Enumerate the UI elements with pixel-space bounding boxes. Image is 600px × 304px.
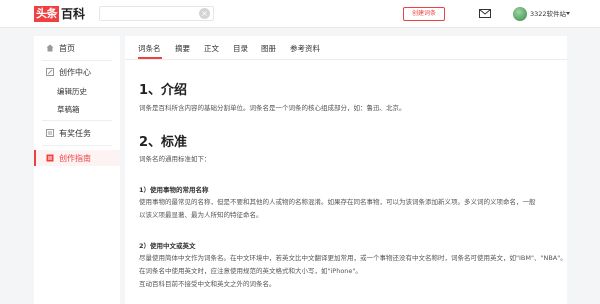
- top-bar: 头条 百科 × 创建词条 3322软件站: [0, 0, 600, 28]
- create-entry-button[interactable]: 创建词条: [403, 7, 445, 21]
- logo-text: 百科: [61, 7, 86, 21]
- sidebar-item-rewarded-tasks[interactable]: 有奖任务: [34, 125, 120, 141]
- search-input[interactable]: ×: [99, 6, 214, 21]
- sidebar-item-label: 创作中心: [59, 67, 91, 77]
- tab-bar: 词条名 摘要 正文 目录 图册 参考资料: [125, 36, 567, 60]
- task-icon: [46, 129, 54, 137]
- section-text-standard-intro: 词条名的通用标准如下：: [139, 155, 211, 163]
- paragraph-line: 在词条名中使用英文时，应注意使用规范的英文格式和大小写，如"iPhone"。: [139, 267, 362, 275]
- edit-icon: [46, 68, 54, 76]
- sidebar-item-drafts[interactable]: 草稿箱: [57, 104, 80, 115]
- sidebar-item-edit-history[interactable]: 编辑历史: [57, 86, 87, 97]
- tab-entry-name[interactable]: 词条名: [138, 43, 161, 54]
- main-content: 词条名 摘要 正文 目录 图册 参考资料 1、介绍 词条是百科所含内容的基础分割…: [125, 36, 567, 304]
- section-title-intro: 1、介绍: [139, 83, 188, 98]
- paragraph-line: 使用事物的最常见的名称，但是不要和其他的人或物的名称混淆。如果存在同名事物，可以…: [139, 198, 536, 206]
- sidebar-item-label: 创作指南: [59, 153, 91, 163]
- toutiao-baike-logo[interactable]: 头条 百科: [34, 6, 85, 22]
- subsection-title-language: 2）使用中文或英文: [139, 242, 196, 250]
- active-tab-indicator: [138, 57, 162, 59]
- sidebar-divider: [42, 145, 112, 146]
- paragraph-line: 尽量使用简体中文作为词条名。在中文环境中，若英文比中文翻译更加常用，或一个事物还…: [139, 254, 567, 262]
- sidebar-divider: [42, 120, 112, 121]
- section-title-standard: 2、标准: [139, 135, 188, 150]
- avatar[interactable]: [513, 7, 527, 21]
- sidebar-item-home[interactable]: 首页: [34, 40, 120, 56]
- section-text-intro: 词条是百科所含内容的基础分割单位。词条名是一个词条的核心组成部分，如：鲁迅、北京…: [139, 104, 406, 112]
- sidebar-item-label: 有奖任务: [59, 128, 91, 138]
- sidebar: 首页 创作中心 编辑历史 草稿箱 有奖任务 创作指南: [34, 36, 120, 304]
- guide-icon: [46, 154, 54, 162]
- home-icon: [46, 44, 54, 52]
- tab-summary[interactable]: 摘要: [175, 43, 190, 54]
- sidebar-item-creation-guide[interactable]: 创作指南: [34, 150, 120, 166]
- sidebar-divider: [42, 60, 112, 61]
- sidebar-item-label: 首页: [59, 43, 75, 53]
- sidebar-item-creation-center[interactable]: 创作中心: [34, 64, 120, 80]
- chevron-down-icon[interactable]: [566, 12, 570, 15]
- tab-gallery[interactable]: 图册: [261, 43, 276, 54]
- logo-mark: 头条: [34, 6, 59, 22]
- tab-toc[interactable]: 目录: [233, 43, 248, 54]
- tab-body[interactable]: 正文: [204, 43, 219, 54]
- mail-icon[interactable]: [479, 9, 491, 18]
- paragraph-line: 以该义项最显著、最为人所知的特征命名。: [139, 211, 263, 219]
- username[interactable]: 3322软件站: [530, 9, 566, 19]
- tab-references[interactable]: 参考资料: [290, 43, 320, 54]
- clear-search-icon[interactable]: ×: [199, 8, 210, 19]
- paragraph-line: 互动百科目前不接受中文和英文之外的词条名。: [139, 280, 276, 288]
- subsection-title-common-name: 1）使用事物的常用名称: [139, 186, 209, 194]
